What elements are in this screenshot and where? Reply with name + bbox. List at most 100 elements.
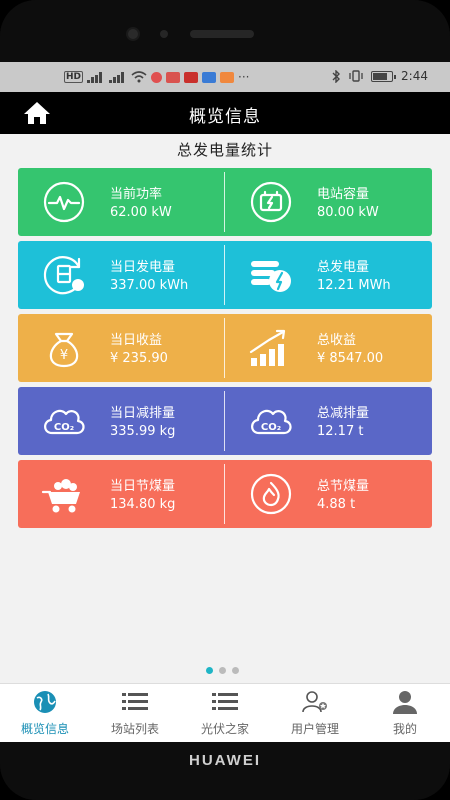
stat-value: 80.00 kW [317, 205, 379, 220]
stat-value: 62.00 kW [110, 205, 172, 220]
person-icon [391, 690, 419, 714]
stat-value: 134.80 kg [110, 497, 176, 512]
svg-text:¥: ¥ [60, 348, 68, 363]
top-bezel [0, 0, 450, 62]
page-dot[interactable] [206, 667, 213, 674]
page-title: 概览信息 [189, 107, 261, 127]
screen: HD ··· 2:44 概览信息 总发电量统计 当前功率 62.00 kW 电站… [0, 62, 450, 742]
status-bar: HD ··· 2:44 [0, 62, 450, 92]
bottom-tab-bar: 概览信息 场站列表 光伏之家 用户管理 我的 [0, 683, 450, 742]
clock: 2:44 [401, 69, 428, 83]
stats-row: 当前功率 62.00 kW 电站容量 80.00 kW [18, 168, 432, 236]
stat-label: 当日收益 [110, 333, 163, 348]
stat-label: 总节煤量 [317, 479, 370, 494]
stats-row: 当日发电量 337.00 kWh 总发电量 12.21 MWh [18, 241, 432, 309]
signal-icon [109, 71, 125, 83]
coal-cart-icon [40, 472, 88, 516]
stat-label: 总收益 [317, 333, 357, 348]
signal-icon [87, 71, 103, 83]
tab-item[interactable]: 概览信息 [0, 684, 90, 742]
notification-icon [166, 71, 181, 83]
row-divider [224, 391, 225, 451]
total-energy-icon [247, 253, 295, 297]
tab-label: 场站列表 [110, 722, 159, 736]
tab-label: 我的 [392, 722, 417, 736]
tab-label: 用户管理 [290, 722, 339, 736]
stat-card[interactable]: 总收益 ¥ 8547.00 [225, 314, 432, 382]
stat-card[interactable]: 当日发电量 337.00 kWh [18, 241, 225, 309]
stat-value: 4.88 t [317, 497, 356, 512]
stat-value: ¥ 235.90 [110, 351, 168, 366]
tab-label: 光伏之家 [200, 722, 249, 736]
bluetooth-icon [332, 69, 341, 83]
stat-value: 12.17 t [317, 424, 364, 439]
stat-label: 当日减排量 [110, 406, 176, 421]
tab-item[interactable]: 场站列表 [90, 684, 180, 742]
phone-frame: HD ··· 2:44 概览信息 总发电量统计 当前功率 62.00 kW 电站… [0, 0, 450, 800]
page-indicator [206, 667, 239, 674]
brand-logo: HUAWEI [189, 752, 261, 769]
notification-icon [202, 71, 217, 83]
battery-indicator [371, 70, 397, 82]
stat-value: 12.21 MWh [317, 278, 391, 293]
hd-indicator: HD [64, 71, 84, 83]
notification-icon [220, 71, 235, 83]
row-divider [224, 245, 225, 305]
more-dots-icon: ··· [238, 70, 250, 84]
tab-item[interactable]: 光伏之家 [180, 684, 270, 742]
section-title: 总发电量统计 [176, 141, 273, 159]
users-icon [301, 690, 329, 714]
front-camera [126, 27, 140, 41]
stats-row: ¥ 当日收益 ¥ 235.90 总收益 ¥ 8547.00 [18, 314, 432, 382]
list-icon [121, 690, 149, 714]
vibrate-icon [349, 70, 363, 82]
money-bag-icon: ¥ [40, 326, 88, 370]
tab-label: 概览信息 [20, 722, 69, 736]
stat-label: 电站容量 [317, 187, 370, 202]
notification-icon [151, 71, 163, 83]
stat-card[interactable]: 总节煤量 4.88 t [225, 460, 432, 528]
wifi-icon [131, 71, 147, 83]
globe-icon [31, 690, 59, 714]
list-icon [211, 690, 239, 714]
stat-label: 当前功率 [110, 187, 163, 202]
notification-icon [184, 71, 199, 83]
row-divider [224, 318, 225, 378]
stats-row: CO₂ 当日减排量 335.99 kg CO₂ 总减排量 12.17 t [18, 387, 432, 455]
status-right: 2:44 [332, 69, 428, 83]
daily-energy-icon [40, 253, 88, 297]
flame-icon [247, 472, 295, 516]
page-dot[interactable] [219, 667, 226, 674]
tab-item[interactable]: 用户管理 [270, 684, 360, 742]
page-dot[interactable] [232, 667, 239, 674]
battery-icon [247, 180, 295, 224]
stats-grid: 当前功率 62.00 kW 电站容量 80.00 kW 当日发电量 337.00 kWh 总… [18, 168, 432, 533]
stat-value: 335.99 kg [110, 424, 176, 439]
stat-card[interactable]: 总发电量 12.21 MWh [225, 241, 432, 309]
stat-value: ¥ 8547.00 [317, 351, 384, 366]
stat-card[interactable]: CO₂ 总减排量 12.17 t [225, 387, 432, 455]
stat-label: 总发电量 [317, 260, 370, 275]
tab-item[interactable]: 我的 [360, 684, 450, 742]
pulse-icon [40, 180, 88, 224]
stats-row: 当日节煤量 134.80 kg 总节煤量 4.88 t [18, 460, 432, 528]
earpiece-speaker [190, 30, 254, 38]
svg-text:CO₂: CO₂ [54, 422, 74, 433]
stat-card[interactable]: 电站容量 80.00 kW [225, 168, 432, 236]
proximity-sensor [160, 30, 168, 38]
stat-card[interactable]: CO₂ 当日减排量 335.99 kg [18, 387, 225, 455]
stat-card[interactable]: ¥ 当日收益 ¥ 235.90 [18, 314, 225, 382]
row-divider [224, 172, 225, 232]
co2-cloud-icon: CO₂ [247, 399, 295, 443]
row-divider [224, 464, 225, 524]
stat-label: 当日节煤量 [110, 479, 176, 494]
stat-value: 337.00 kWh [110, 278, 189, 293]
bottom-bezel: HUAWEI [0, 742, 450, 800]
growth-chart-icon [247, 326, 295, 370]
stat-card[interactable]: 当前功率 62.00 kW [18, 168, 225, 236]
svg-text:CO₂: CO₂ [261, 422, 281, 433]
stat-card[interactable]: 当日节煤量 134.80 kg [18, 460, 225, 528]
app-bar: 概览信息 [0, 92, 450, 134]
co2-cloud-icon: CO₂ [40, 399, 88, 443]
status-left: HD ··· [64, 70, 249, 84]
